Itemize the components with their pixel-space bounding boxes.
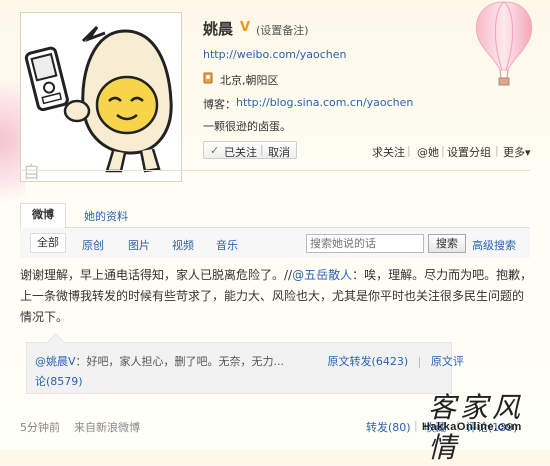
repost-link[interactable]: 转发(80) xyxy=(366,419,411,435)
divider: | xyxy=(495,144,499,157)
followed-label: 已关注 xyxy=(224,146,257,159)
mention-link[interactable]: @五岳散人 xyxy=(292,268,352,282)
divider: | xyxy=(414,419,418,432)
divider: | xyxy=(260,143,264,156)
post-text: 谢谢理解，早上通电话得知，家人已脱离危险了。//@五岳散人：唉，理解。尽力而为吧… xyxy=(20,265,535,328)
filter-music[interactable]: 音乐 xyxy=(216,237,238,253)
profile-url-link[interactable]: http://weibo.com/yaochen xyxy=(203,48,346,61)
hot-air-balloon-decoration xyxy=(464,0,544,90)
quoted-post: @姚晨V：好吧，家人担心，删了吧。无奈，无力... 原文转发(6423) | 原… xyxy=(26,333,464,394)
set-remark-link[interactable]: (设置备注) xyxy=(256,22,309,38)
watermark-english: HakkaOnline.com xyxy=(422,421,522,433)
tab-weibo[interactable]: 微博 xyxy=(20,203,66,228)
divider: | xyxy=(441,144,445,157)
unfollow-button[interactable]: 取消 xyxy=(268,144,290,160)
request-follow-link[interactable]: 求关注 xyxy=(372,144,405,160)
profile-avatar[interactable]: 自戀中 xyxy=(19,12,182,220)
original-comment-count[interactable]: 论(8579) xyxy=(35,373,83,389)
set-group-link[interactable]: 设置分组 xyxy=(447,144,491,160)
follow-status-box: ✓ 已关注 | 取消 xyxy=(203,141,297,159)
post-time[interactable]: 5分钟前 xyxy=(20,419,60,435)
profile-divider xyxy=(20,170,530,171)
blog-url-link[interactable]: http://blog.sina.com.cn/yaochen xyxy=(236,96,413,109)
quote-notch xyxy=(46,333,65,352)
divider: | xyxy=(407,144,411,157)
filter-bar: 全部 原创 图片 视频 音乐 搜索 高级搜索 xyxy=(20,228,530,258)
tab-her-profile[interactable]: 她的资料 xyxy=(84,208,128,224)
mention-her-link[interactable]: @她 xyxy=(417,144,439,160)
search-input[interactable] xyxy=(306,234,424,253)
filter-original[interactable]: 原创 xyxy=(82,237,104,253)
balloon-icon xyxy=(475,1,533,86)
verified-badge-icon: V xyxy=(240,20,251,35)
quote-text: ：好吧，家人担心，删了吧。无奈，无力... xyxy=(75,355,285,368)
advanced-search-link[interactable]: 高级搜索 xyxy=(472,237,516,253)
original-comment-link[interactable]: 原文评 xyxy=(431,355,464,368)
filter-videos[interactable]: 视频 xyxy=(172,237,194,253)
quote-author-link[interactable]: @姚晨V xyxy=(35,355,76,368)
post-source[interactable]: 来自新浪微博 xyxy=(74,419,140,435)
search-button[interactable]: 搜索 xyxy=(428,234,466,253)
quote-line: @姚晨V：好吧，家人担心，删了吧。无奈，无力... 原文转发(6423) | 原… xyxy=(35,353,464,369)
profile-name: 姚晨 xyxy=(203,20,234,38)
location-text: 北京,朝阳区 xyxy=(220,74,279,87)
original-repost-link[interactable]: 原文转发(6423) xyxy=(328,355,409,368)
blog-label: 博客： xyxy=(203,98,236,111)
check-icon: ✓ xyxy=(210,144,220,157)
divider: | xyxy=(417,355,422,368)
avatar-caption: 自戀中 xyxy=(21,163,40,181)
profile-bio: 一颗很逊的卤蛋。 xyxy=(203,120,291,133)
egg-mascot-avatar: 自戀中 xyxy=(19,25,173,220)
filter-images[interactable]: 图片 xyxy=(128,237,150,253)
more-dropdown[interactable]: 更多▾ xyxy=(503,144,531,160)
post-text-before: 谢谢理解，早上通电话得知，家人已脱离危险了。// xyxy=(20,268,293,282)
profile-tabs: 微博 她的资料 xyxy=(20,203,530,228)
filter-all[interactable]: 全部 xyxy=(30,233,66,253)
location-pin-icon xyxy=(203,72,213,84)
